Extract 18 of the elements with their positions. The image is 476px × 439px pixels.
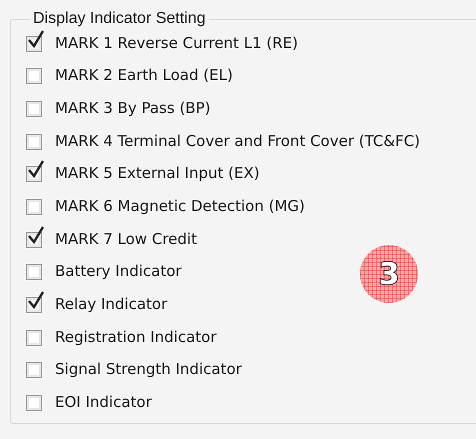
checkbox-label[interactable]: Relay Indicator — [55, 295, 168, 313]
checkbox[interactable] — [26, 30, 46, 52]
checkbox-label[interactable]: Battery Indicator — [55, 262, 182, 280]
checkbox[interactable] — [26, 160, 46, 182]
checkbox[interactable] — [26, 291, 46, 313]
checkbox-label[interactable]: MARK 3 By Pass (BP) — [55, 98, 210, 117]
checkbox-label[interactable]: MARK 2 Earth Load (EL) — [55, 66, 233, 84]
checkbox-label[interactable]: MARK 7 Low Credit — [55, 230, 197, 248]
group-title: Display Indicator Setting — [32, 10, 207, 28]
checkbox-label[interactable]: MARK 4 Terminal Cover and Front Cover (TC&FC) — [55, 132, 420, 150]
checkbox[interactable] — [26, 226, 46, 248]
checkbox-label[interactable]: MARK 6 Magnetic Detection (MG) — [55, 196, 305, 215]
checkbox-label[interactable]: MARK 1 Reverse Current L1 (RE) — [55, 34, 298, 52]
checkbox-label[interactable]: Registration Indicator — [55, 328, 217, 346]
checkbox-label[interactable]: Signal Strength Indicator — [55, 360, 242, 378]
checkbox-label[interactable]: EOI Indicator — [55, 393, 152, 412]
checkbox-label[interactable]: MARK 5 External Input (EX) — [55, 164, 260, 182]
callout-number: 3 — [360, 245, 418, 303]
